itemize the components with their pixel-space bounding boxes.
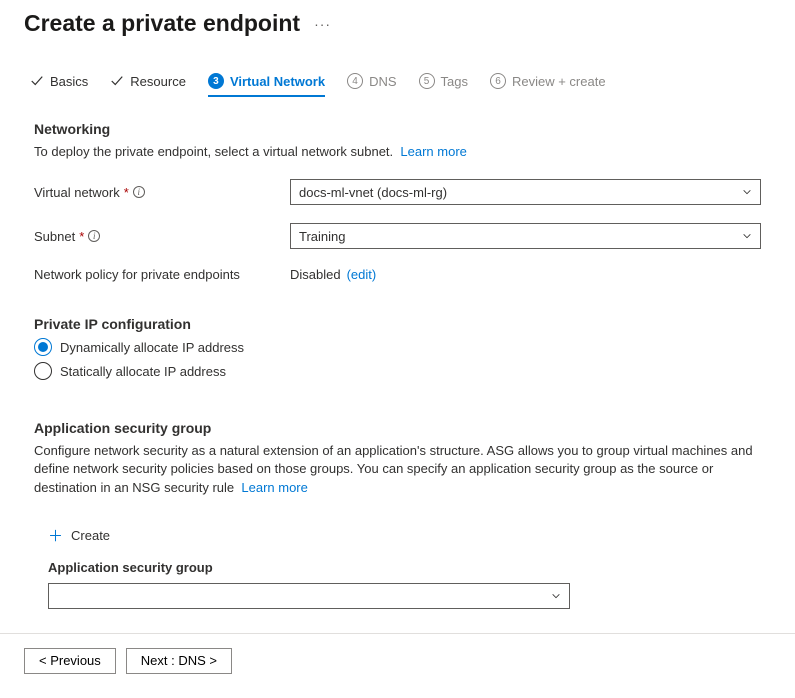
wizard-tabs: Basics Resource 3 Virtual Network 4 DNS … <box>0 37 795 97</box>
radio-label: Statically allocate IP address <box>60 364 226 379</box>
step-number-icon: 6 <box>490 73 506 89</box>
asg-select[interactable] <box>48 583 570 609</box>
radio-icon <box>34 338 52 356</box>
info-icon[interactable]: i <box>88 230 100 242</box>
tab-tags[interactable]: 5 Tags <box>419 73 468 97</box>
subnet-label: Subnet * i <box>34 229 290 244</box>
check-icon <box>110 74 124 88</box>
wizard-footer: < Previous Next : DNS > <box>0 633 795 688</box>
tab-virtual-network[interactable]: 3 Virtual Network <box>208 73 325 97</box>
learn-more-link[interactable]: Learn more <box>400 144 466 159</box>
subnet-select[interactable]: Training <box>290 223 761 249</box>
radio-static-ip[interactable]: Statically allocate IP address <box>34 362 761 380</box>
step-number-icon: 4 <box>347 73 363 89</box>
desc-text: Configure network security as a natural … <box>34 443 753 494</box>
tab-basics[interactable]: Basics <box>30 73 88 97</box>
radio-icon <box>34 362 52 380</box>
step-number-icon: 3 <box>208 73 224 89</box>
vnet-label: Virtual network * i <box>34 185 290 200</box>
policy-label: Network policy for private endpoints <box>34 267 290 282</box>
chevron-down-icon <box>551 591 561 601</box>
select-value: Training <box>299 229 345 244</box>
required-icon: * <box>124 185 129 200</box>
vnet-select[interactable]: docs-ml-vnet (docs-ml-rg) <box>290 179 761 205</box>
section-networking-desc: To deploy the private endpoint, select a… <box>34 143 761 161</box>
tab-label: DNS <box>369 74 396 89</box>
section-ip-heading: Private IP configuration <box>34 316 761 332</box>
chevron-down-icon <box>742 231 752 241</box>
step-number-icon: 5 <box>419 73 435 89</box>
plus-icon: ＋ <box>48 525 63 546</box>
chevron-down-icon <box>742 187 752 197</box>
edit-link[interactable]: (edit) <box>347 267 377 282</box>
button-label: Create <box>71 528 110 543</box>
previous-button[interactable]: < Previous <box>24 648 116 674</box>
label-text: Subnet <box>34 229 75 244</box>
tab-label: Review + create <box>512 74 606 89</box>
required-icon: * <box>79 229 84 244</box>
label-text: Network policy for private endpoints <box>34 267 240 282</box>
section-networking-heading: Networking <box>34 121 761 137</box>
info-icon[interactable]: i <box>133 186 145 198</box>
tab-label: Virtual Network <box>230 74 325 89</box>
label-text: Virtual network <box>34 185 120 200</box>
check-icon <box>30 74 44 88</box>
radio-label: Dynamically allocate IP address <box>60 340 244 355</box>
radio-dynamic-ip[interactable]: Dynamically allocate IP address <box>34 338 761 356</box>
select-value: docs-ml-vnet (docs-ml-rg) <box>299 185 447 200</box>
section-asg-heading: Application security group <box>34 420 761 436</box>
next-button[interactable]: Next : DNS > <box>126 648 232 674</box>
page-title: Create a private endpoint <box>24 10 300 37</box>
tab-review-create[interactable]: 6 Review + create <box>490 73 606 97</box>
section-asg-desc: Configure network security as a natural … <box>34 442 761 497</box>
tab-dns[interactable]: 4 DNS <box>347 73 396 97</box>
tab-label: Tags <box>441 74 468 89</box>
learn-more-link[interactable]: Learn more <box>241 480 307 495</box>
asg-column-header: Application security group <box>48 560 761 575</box>
desc-text: To deploy the private endpoint, select a… <box>34 144 393 159</box>
more-icon[interactable]: ··· <box>314 16 331 32</box>
tab-resource[interactable]: Resource <box>110 73 186 97</box>
policy-value: Disabled <box>290 267 341 282</box>
tab-label: Resource <box>130 74 186 89</box>
create-asg-button[interactable]: ＋ Create <box>48 525 110 546</box>
tab-label: Basics <box>50 74 88 89</box>
